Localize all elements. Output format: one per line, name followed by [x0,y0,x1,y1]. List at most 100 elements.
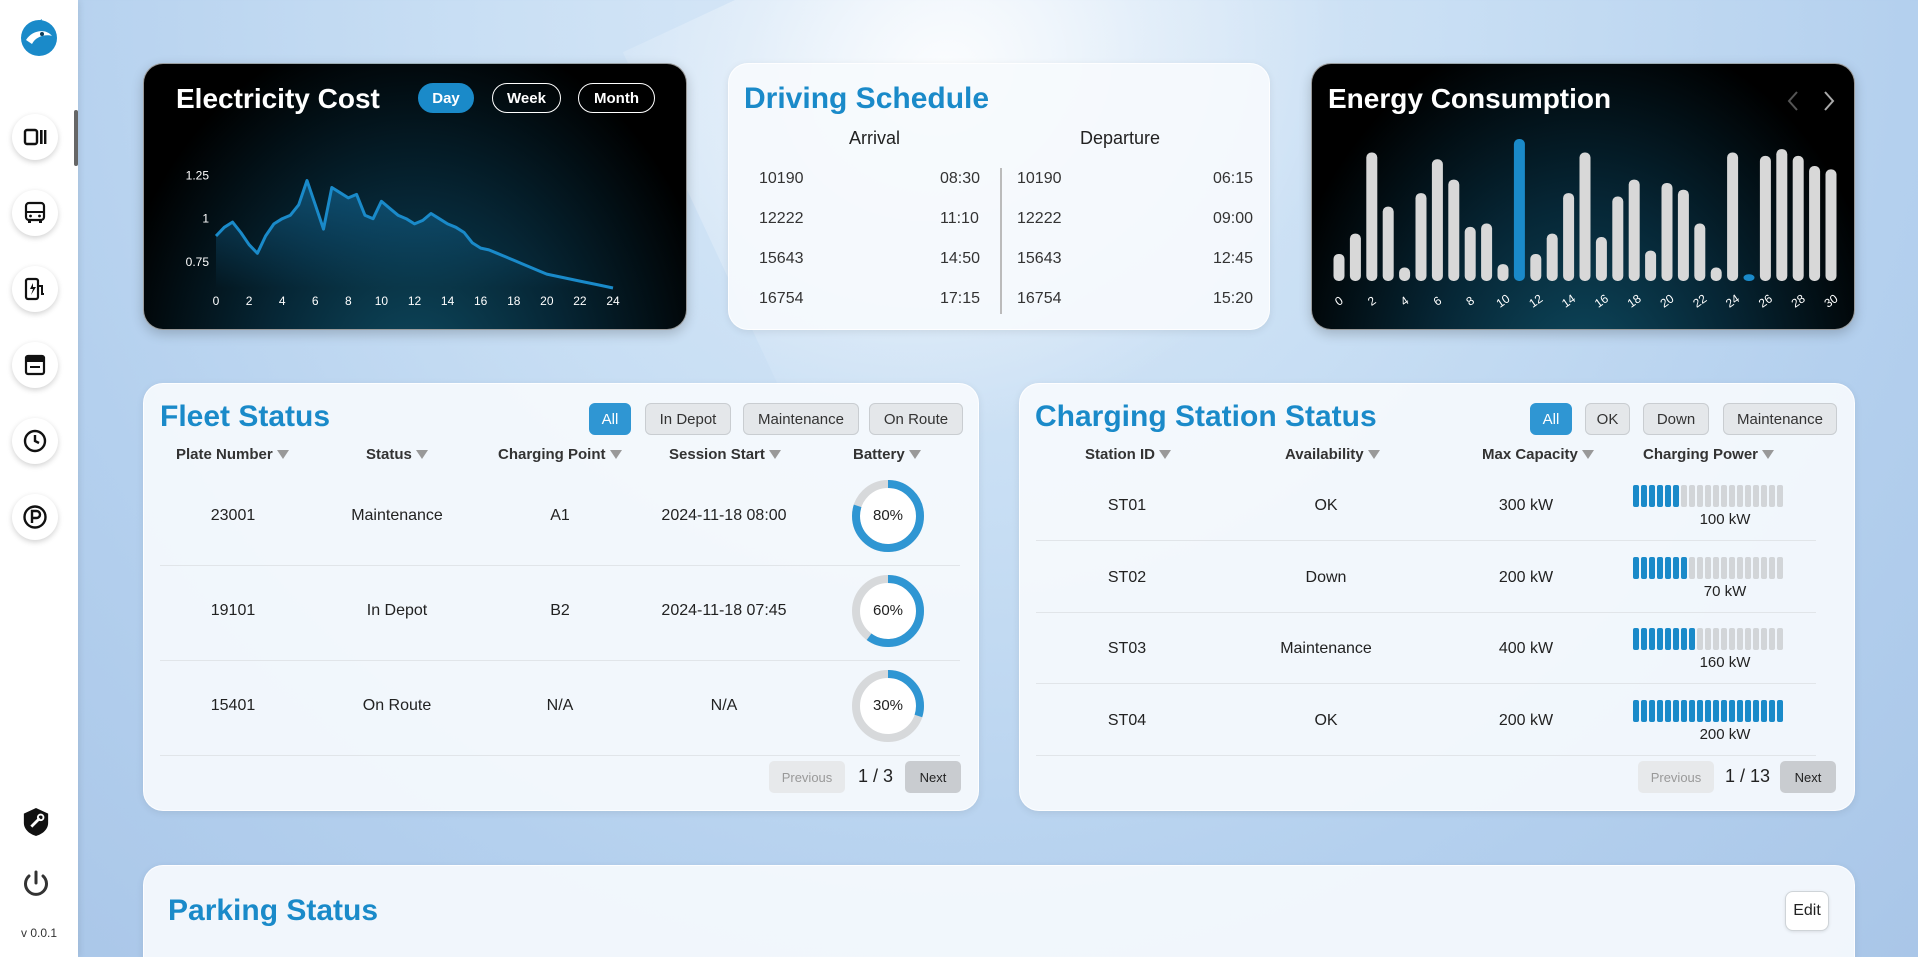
electricity-cost-chart: 0 2 4 6 8 10 12 14 16 18 20 22 240.7511.25 [186,168,620,308]
charging-col-charging-power[interactable]: Charging Power [1643,446,1775,463]
parking-edit-button[interactable]: Edit [1785,891,1829,931]
charging-filter-down[interactable]: Down [1643,403,1709,435]
energy-bar [1727,152,1739,281]
power-segment [1721,557,1727,579]
power-button[interactable] [20,868,52,900]
period-day-button[interactable]: Day [418,83,474,113]
period-week-button[interactable]: Week [492,83,561,113]
fleet-filter-all[interactable]: All [589,403,631,435]
column-label: Charging Power [1643,446,1759,463]
power-segment [1681,485,1687,507]
departure-id: 10190 [1017,170,1062,187]
charging-filter-ok[interactable]: OK [1585,403,1630,435]
energy-consumption-chart: 0 2 4 6 8 10 12 14 16 18 20 22 24 26 28 30 [1332,139,1841,311]
power-segment [1737,628,1743,650]
energy-prev-button[interactable] [1784,88,1802,114]
energy-bar [1743,274,1755,281]
energy-x-tick: 16 [1592,291,1611,310]
power-segment [1641,485,1647,507]
battery-value: 80% [872,507,904,524]
cost-x-tick: 14 [441,294,455,308]
power-segment [1649,557,1655,579]
station-id: ST03 [1107,640,1147,657]
nav-fleet[interactable] [12,190,58,236]
fleet-col-status[interactable]: Status [366,446,428,463]
departure-id: 15643 [1017,250,1062,267]
charging-power-value: 70 kW [1703,583,1747,600]
settings-button[interactable] [20,806,52,838]
energy-bar [1497,264,1509,281]
power-segment [1721,628,1727,650]
charging-col-max-capacity[interactable]: Max Capacity [1482,446,1594,463]
nav-schedule[interactable] [12,342,58,388]
energy-x-tick: 26 [1756,291,1775,310]
station-availability: OK [1314,497,1338,514]
cost-x-tick: 6 [312,294,319,308]
energy-x-tick: 18 [1625,291,1644,310]
column-label: Availability [1285,446,1364,463]
power-segment [1737,700,1743,722]
energy-bar [1792,155,1804,281]
energy-bar [1809,166,1821,281]
energy-bar [1349,233,1361,281]
charging-next-button[interactable]: Next [1780,761,1836,793]
fleet-filter-maintenance[interactable]: Maintenance [743,403,859,435]
charging-prev-button[interactable]: Previous [1638,761,1714,793]
battery-value: 30% [872,697,904,714]
power-segment [1633,700,1639,722]
driving-schedule-title: Driving Schedule [744,82,990,115]
fleet-filter-in-depot[interactable]: In Depot [645,403,731,435]
app-version: v 0.0.1 [20,926,58,940]
energy-bar [1612,196,1624,281]
charging-col-station-id[interactable]: Station ID [1085,446,1171,463]
column-label: Status [366,446,412,463]
power-segment [1713,557,1719,579]
charging-power-bar [1633,628,1783,650]
arrival-id: 10190 [759,170,804,187]
charging-filter-all[interactable]: All [1530,403,1572,435]
station-availability: Down [1305,569,1347,586]
charging-col-availability[interactable]: Availability [1285,446,1380,463]
charging-power-bar [1633,485,1783,507]
cost-x-tick: 18 [507,294,521,308]
departure-id: 12222 [1017,210,1062,227]
power-segment [1761,628,1767,650]
power-segment [1649,628,1655,650]
power-segment [1697,485,1703,507]
cost-x-tick: 0 [213,294,220,308]
nav-charging[interactable] [12,266,58,312]
charging-power-value: 100 kW [1699,511,1751,528]
station-availability: OK [1314,712,1338,729]
power-segment [1689,557,1695,579]
power-segment [1713,485,1719,507]
nav-parking[interactable] [12,494,58,540]
fleet-col-plate[interactable]: Plate Number [176,446,289,463]
power-segment [1745,557,1751,579]
energy-bar [1366,152,1378,281]
row-divider [1036,612,1816,613]
fleet-col-battery[interactable]: Battery [853,446,921,463]
power-segment [1681,628,1687,650]
nav-history[interactable] [12,418,58,464]
fleet-prev-button[interactable]: Previous [769,761,845,793]
fleet-col-charging-point[interactable]: Charging Point [498,446,622,463]
nav-dashboard[interactable] [12,114,58,160]
arrival-id: 15643 [759,250,804,267]
cost-x-tick: 8 [345,294,352,308]
energy-next-button[interactable] [1820,88,1838,114]
arrival-time: 17:15 [940,290,981,307]
charging-filter-maintenance[interactable]: Maintenance [1723,403,1837,435]
departure-header: Departure [1080,128,1161,148]
sort-icon [908,450,921,459]
period-month-button[interactable]: Month [578,83,655,113]
power-segment [1641,700,1647,722]
fleet-col-session-start[interactable]: Session Start [669,446,781,463]
fleet-next-button[interactable]: Next [905,761,961,793]
vehicle-status: On Route [362,697,432,714]
plate-number: 23001 [210,507,256,524]
parking-status-card [143,865,1855,957]
energy-bar [1661,182,1673,281]
fleet-filter-on-route[interactable]: On Route [869,403,963,435]
energy-bar [1333,253,1345,281]
charging-status-title: Charging Station Status [1035,400,1377,433]
